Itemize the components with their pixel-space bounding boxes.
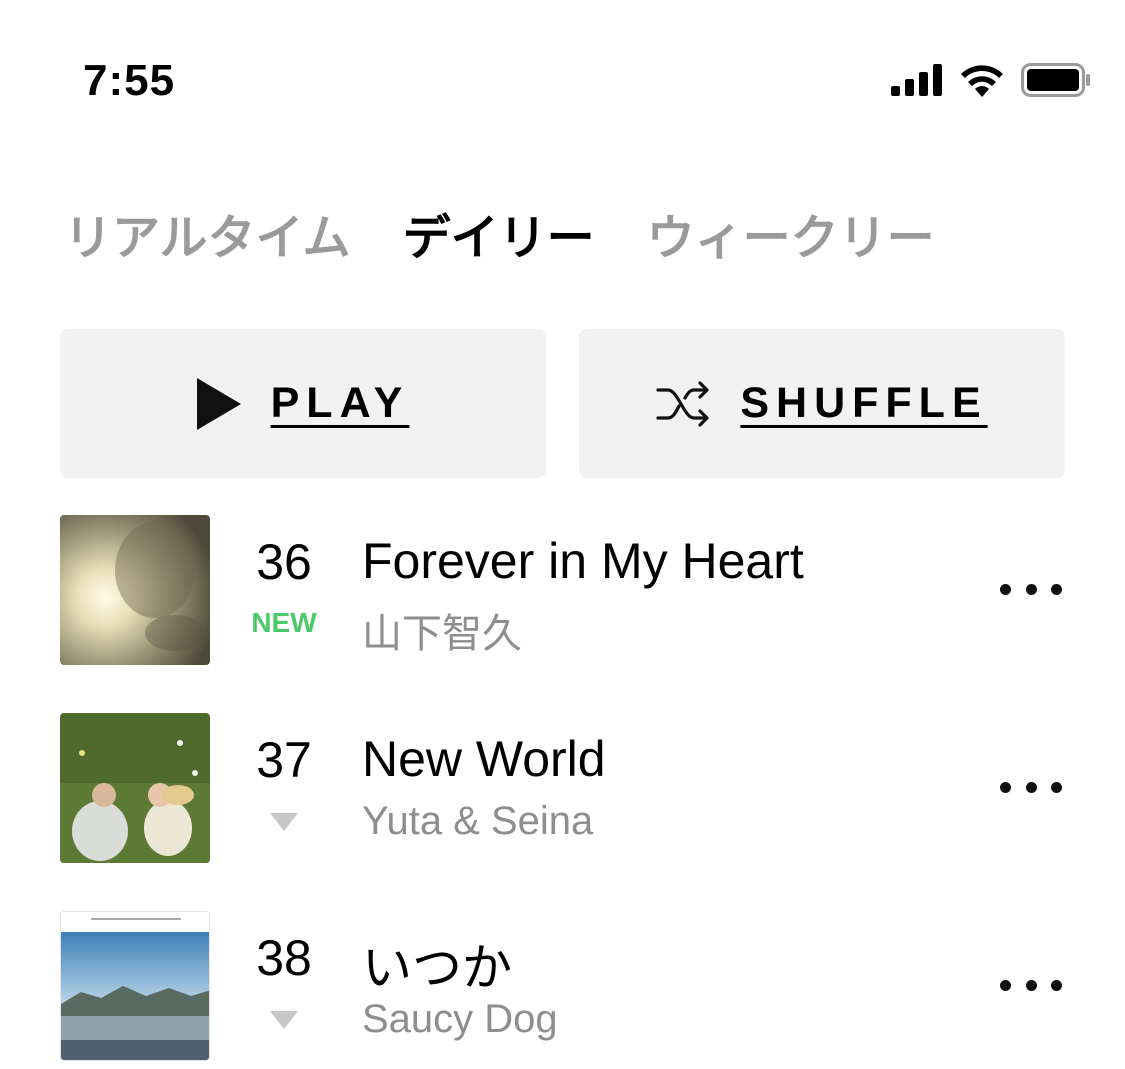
cellular-signal-icon [891, 64, 942, 96]
shuffle-button-label: SHUFFLE [740, 379, 988, 427]
more-options-icon[interactable] [1000, 775, 1062, 799]
album-cover [60, 713, 210, 863]
trend-down-icon [232, 805, 336, 835]
shuffle-icon [656, 380, 709, 427]
chart-screen: 7:55 リアルタイム デイリー ウィークリー PLAY SHUFFLE 36 … [0, 0, 1125, 1069]
track-artist: Yuta & Seina [362, 799, 594, 843]
track-title: Forever in My Heart [362, 533, 804, 589]
rank-number: 37 [256, 732, 312, 788]
track-row[interactable]: 38 いつか Saucy Dog [0, 911, 1125, 1061]
rank-number: 36 [256, 534, 312, 590]
track-artist: Saucy Dog [362, 997, 558, 1041]
tab-daily[interactable]: デイリー [403, 198, 595, 268]
new-badge: NEW [251, 607, 317, 638]
tab-realtime[interactable]: リアルタイム [64, 198, 351, 268]
play-icon [196, 377, 241, 430]
album-cover [60, 515, 210, 665]
tab-weekly[interactable]: ウィークリー [647, 198, 935, 268]
track-artist: 山下智久 [362, 612, 522, 656]
battery-icon [1021, 63, 1090, 97]
wifi-icon [961, 65, 1003, 97]
status-time: 7:55 [83, 56, 176, 105]
trend-down-icon [232, 1003, 336, 1033]
track-title: いつか [362, 940, 512, 996]
album-cover [60, 911, 210, 1061]
more-options-icon[interactable] [1000, 973, 1062, 997]
track-title: New World [362, 731, 606, 787]
rank-number: 38 [256, 930, 312, 986]
track-row[interactable]: 37 New World Yuta & Seina [0, 713, 1125, 863]
shuffle-button[interactable]: SHUFFLE [579, 329, 1065, 478]
status-icons [891, 62, 1091, 98]
more-options-icon[interactable] [1000, 577, 1062, 601]
track-row[interactable]: 36 NEW Forever in My Heart 山下智久 [0, 515, 1125, 665]
play-button-label: PLAY [270, 379, 410, 427]
chart-period-tabs: リアルタイム デイリー ウィークリー [64, 198, 935, 268]
play-button[interactable]: PLAY [60, 329, 546, 478]
